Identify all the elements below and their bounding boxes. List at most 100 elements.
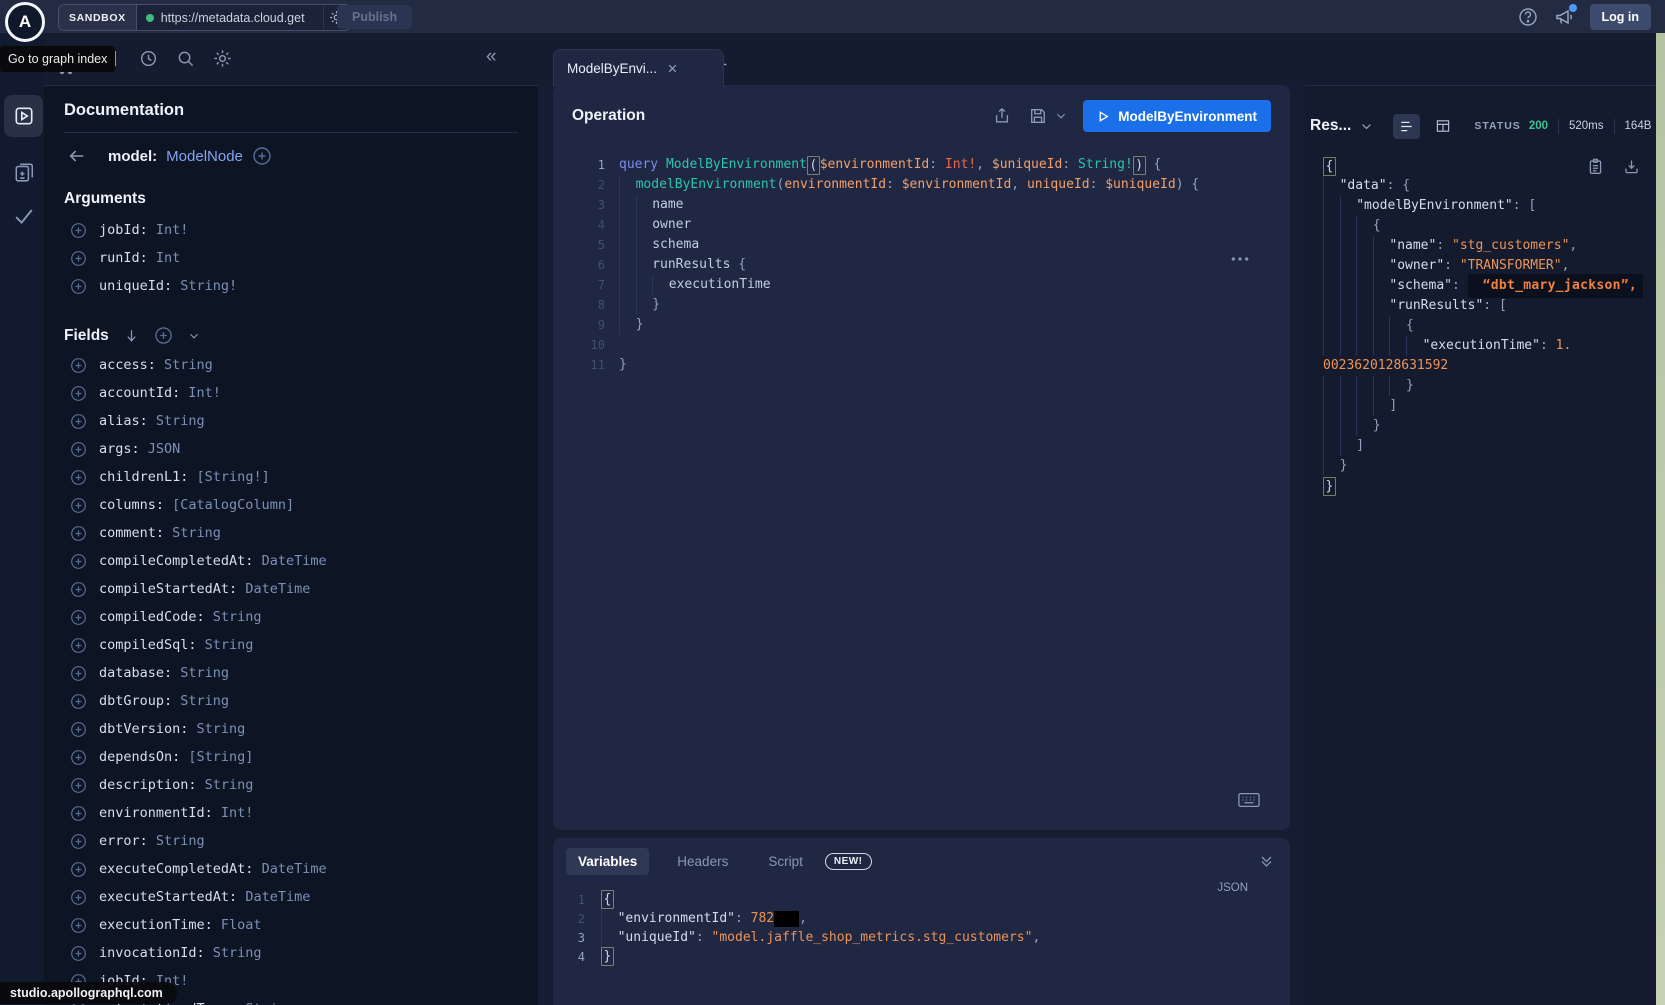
add-to-query-button[interactable] (70, 861, 87, 878)
field-row[interactable]: childrenL1: [String!] (44, 463, 538, 491)
add-to-query-button[interactable] (70, 581, 87, 598)
add-to-query-button[interactable] (70, 917, 87, 934)
fields-options-chevron[interactable] (188, 330, 200, 342)
argument-row[interactable]: jobId: Int! (44, 216, 538, 244)
field-row[interactable]: compileCompletedAt: DateTime (44, 547, 538, 575)
operation-code-line: 9} (553, 315, 1290, 335)
add-to-query-button[interactable] (70, 665, 87, 682)
field-row[interactable]: accountId: Int! (44, 379, 538, 407)
variables-editor[interactable]: 1{2"environmentId": 782,3"uniqueId": "mo… (553, 875, 1290, 966)
operation-more-button[interactable] (1230, 255, 1250, 263)
add-to-query-button[interactable] (70, 357, 87, 374)
sidebar-item-explorer[interactable] (4, 95, 43, 137)
add-to-query-button[interactable] (70, 945, 87, 962)
field-row[interactable]: compiledCode: String (44, 603, 538, 631)
selected-field-type-link[interactable]: ModelNode (166, 148, 243, 165)
add-to-query-button[interactable] (70, 441, 87, 458)
field-row[interactable]: access: String (44, 351, 538, 379)
add-to-query-button[interactable] (70, 413, 87, 430)
field-row[interactable]: error: String (44, 827, 538, 855)
response-duration: 520ms (1569, 120, 1604, 132)
explorer-settings-button[interactable] (213, 49, 232, 68)
field-row[interactable]: dbtGroup: String (44, 687, 538, 715)
field-row[interactable]: invocationId: String (44, 939, 538, 967)
publish-button[interactable]: Publish (337, 5, 412, 29)
field-row[interactable]: executeCompletedAt: DateTime (44, 855, 538, 883)
add-all-fields-button[interactable] (154, 326, 173, 345)
tab-title: ModelByEnvi... (567, 61, 657, 76)
argument-row[interactable]: uniqueId: String! (44, 272, 538, 300)
announcements-button[interactable] (1554, 7, 1574, 27)
add-to-query-button[interactable] (70, 385, 87, 402)
apollo-logo[interactable]: A (5, 2, 45, 42)
add-to-query-button[interactable] (70, 749, 87, 766)
field-row[interactable]: compiledSql: String (44, 631, 538, 659)
sidebar-item-checks[interactable] (4, 195, 43, 237)
collapse-variables-button[interactable] (1259, 854, 1274, 869)
argument-row[interactable]: runId: Int (44, 244, 538, 272)
add-to-query-button[interactable] (70, 222, 87, 239)
add-to-query-button[interactable] (70, 833, 87, 850)
field-row[interactable]: alias: String (44, 407, 538, 435)
field-row[interactable]: database: String (44, 659, 538, 687)
response-json-line: ] (1323, 436, 1656, 456)
tab-variables[interactable]: Variables (566, 848, 649, 875)
add-to-query-button[interactable] (70, 777, 87, 794)
scrollbar[interactable] (1656, 33, 1665, 1005)
add-to-query-button[interactable] (70, 250, 87, 267)
close-tab-button[interactable] (667, 63, 678, 74)
sort-fields-button[interactable] (124, 328, 139, 343)
response-json-viewer[interactable]: {"data": {"modelByEnvironment": [{"name"… (1305, 156, 1656, 496)
tab-modelbyenvironment[interactable]: ModelByEnvi... (553, 49, 724, 87)
add-to-query-button[interactable] (70, 553, 87, 570)
add-to-query-button[interactable] (70, 609, 87, 626)
endpoint-url-field[interactable]: https://metadata.cloud.get (137, 5, 323, 30)
help-button[interactable] (1518, 7, 1538, 27)
history-button[interactable] (139, 49, 158, 68)
add-to-query-button[interactable] (70, 278, 87, 295)
response-format-json-button[interactable] (1393, 114, 1420, 139)
field-row[interactable]: environmentId: Int! (44, 799, 538, 827)
add-to-query-button[interactable] (70, 637, 87, 654)
field-row[interactable]: compileStartedAt: DateTime (44, 575, 538, 603)
sandbox-badge[interactable]: SANDBOX (59, 5, 137, 30)
save-options-chevron[interactable] (1055, 110, 1067, 122)
arrow-down-icon (124, 328, 139, 343)
plus-circle-icon (70, 609, 87, 626)
add-to-query-button[interactable] (70, 525, 87, 542)
add-to-query-button[interactable] (70, 497, 87, 514)
explorer-play-icon (13, 105, 35, 127)
run-operation-button[interactable]: ModelByEnvironment (1083, 100, 1271, 132)
copy-response-button[interactable] (1587, 158, 1604, 175)
back-button[interactable] (68, 147, 86, 165)
plus-circle-icon (70, 441, 87, 458)
response-format-table-button[interactable] (1429, 114, 1456, 139)
tab-headers[interactable]: Headers (665, 848, 740, 875)
search-button[interactable] (176, 49, 195, 68)
response-options-chevron[interactable] (1360, 120, 1373, 133)
save-operation-button[interactable] (1029, 107, 1047, 125)
login-button[interactable]: Log in (1590, 4, 1652, 30)
download-response-button[interactable] (1623, 158, 1640, 175)
add-to-query-button[interactable] (70, 693, 87, 710)
operation-editor[interactable]: 1query ModelByEnvironment($environmentId… (553, 147, 1290, 375)
tab-script[interactable]: Script (756, 848, 815, 875)
field-row[interactable]: executionTime: Float (44, 911, 538, 939)
share-operation-button[interactable] (993, 107, 1011, 125)
field-row[interactable]: dbtVersion: String (44, 715, 538, 743)
field-row[interactable]: columns: [CatalogColumn] (44, 491, 538, 519)
add-to-query-button[interactable] (70, 721, 87, 738)
sidebar-item-schema[interactable] (4, 151, 43, 193)
add-to-query-button[interactable] (70, 889, 87, 906)
field-row[interactable]: executeStartedAt: DateTime (44, 883, 538, 911)
add-to-query-button[interactable] (70, 469, 87, 486)
response-json-line: } (1323, 456, 1656, 476)
add-to-query-button[interactable] (70, 805, 87, 822)
field-row[interactable]: description: String (44, 771, 538, 799)
add-field-button[interactable] (252, 146, 272, 166)
keyboard-shortcuts-button[interactable] (1238, 792, 1260, 808)
field-row[interactable]: dependsOn: [String] (44, 743, 538, 771)
field-row[interactable]: comment: String (44, 519, 538, 547)
field-row[interactable]: args: JSON (44, 435, 538, 463)
collapse-docs-button[interactable]: « (486, 47, 497, 66)
